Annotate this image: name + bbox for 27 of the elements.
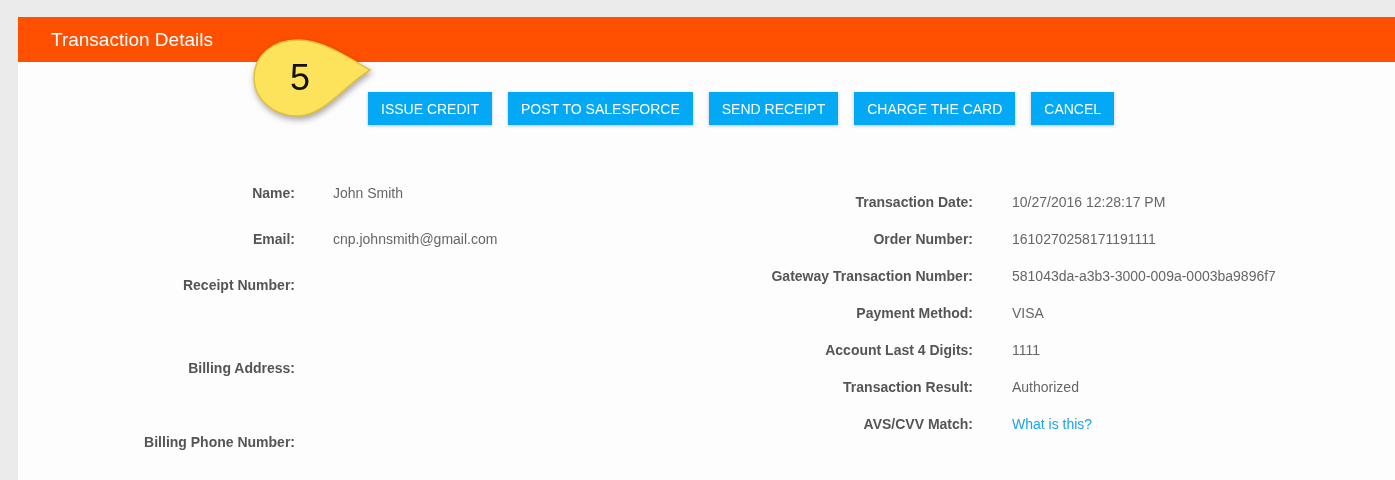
field-value: 581043da-a3b3-3000-009a-0003ba9896f7: [1012, 267, 1276, 286]
field-value: cnp.johnsmith@gmail.com: [333, 230, 498, 249]
field-label: AVS/CVV Match:: [862, 415, 973, 434]
panel-title: Transaction Details: [51, 28, 213, 51]
field-value: VISA: [1012, 304, 1044, 323]
action-button[interactable]: ISSUE CREDIT: [368, 92, 492, 125]
action-button[interactable]: SEND RECEIPT: [708, 92, 839, 125]
field-label: Transaction Result:: [842, 378, 973, 397]
info-link[interactable]: What is this?: [1012, 412, 1093, 442]
field-label: Billing Address:: [187, 359, 295, 378]
field-label: Transaction Date:: [854, 193, 973, 212]
field-label: Account Last 4 Digits:: [824, 341, 973, 360]
action-button[interactable]: CHARGE THE CARD: [854, 92, 1016, 125]
field-value: 10/27/2016 12:28:17 PM: [1012, 193, 1166, 212]
field-label: Name:: [251, 184, 295, 203]
field-label: Order Number:: [872, 230, 973, 249]
field-value: Authorized: [1012, 378, 1079, 397]
field-label: Email:: [252, 230, 295, 249]
field-label: Billing Phone Number:: [143, 433, 295, 452]
action-button[interactable]: CANCEL: [1031, 92, 1115, 125]
field-value: 1111: [1012, 341, 1041, 360]
field-value: John Smith: [333, 184, 404, 203]
action-button[interactable]: POST TO SALESFORCE: [508, 92, 693, 125]
field-label: Receipt Number:: [181, 276, 295, 295]
field-value: 1610270258171191111: [1012, 230, 1156, 249]
field-label: Payment Method:: [855, 304, 973, 323]
field-label: Gateway Transaction Number:: [770, 267, 973, 286]
